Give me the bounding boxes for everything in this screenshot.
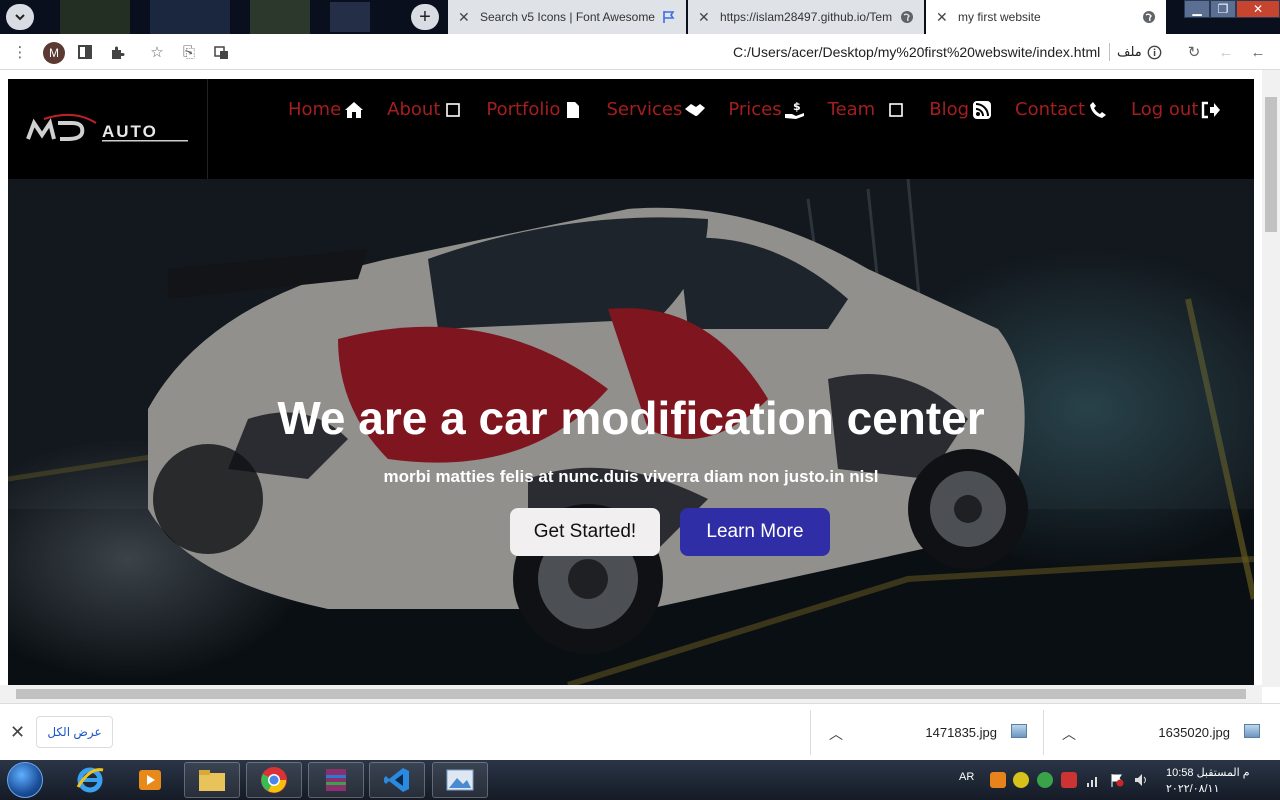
globe-icon — [1140, 8, 1158, 26]
nav-services[interactable]: Services — [606, 99, 706, 120]
learn-more-button[interactable]: Learn More — [680, 508, 830, 556]
download-shelf: ✕ عرض الكل ︿ 1471835.jpg ︿ 1635020.jpg — [0, 703, 1280, 760]
close-icon[interactable]: ✕ — [458, 9, 474, 26]
system-tray: AR 10:58 م المستقبل ٢٠٢٢/٠٨/١١ — [956, 760, 1280, 800]
nav-team[interactable]: Team — [828, 99, 908, 120]
winrar-icon[interactable] — [308, 762, 364, 798]
flag-icon — [660, 8, 678, 26]
image-file-icon — [1011, 724, 1027, 738]
sticky-app-icon[interactable] — [990, 772, 1006, 788]
start-button[interactable] — [7, 762, 43, 798]
forward-arrow-icon[interactable]: ← — [1246, 40, 1270, 64]
phone-icon — [1087, 100, 1109, 120]
svg-text:AUTO: AUTO — [102, 122, 158, 141]
close-window-button[interactable]: ✕ — [1236, 0, 1280, 18]
tab-github[interactable]: ✕ https://islam28497.github.io/Tem — [688, 0, 924, 34]
chrome-icon[interactable] — [246, 762, 302, 798]
window-controls: ▁ ❐ ✕ — [1184, 0, 1280, 20]
chevron-down-icon — [15, 14, 25, 21]
new-tab-button[interactable]: + — [411, 4, 439, 30]
side-panel-icon[interactable] — [73, 40, 97, 64]
vertical-scrollbar[interactable] — [1262, 70, 1280, 687]
download-item[interactable]: ︿ 1471835.jpg — [810, 710, 1043, 755]
clock-date[interactable]: ٢٠٢٢/٠٨/١١ — [1166, 782, 1219, 795]
network-app-icon[interactable] — [1037, 772, 1053, 788]
home-icon — [343, 100, 365, 120]
sign-out-icon — [1200, 100, 1222, 120]
auto-logo-icon: AUTO — [26, 113, 188, 142]
internet-explorer-icon[interactable] — [62, 762, 118, 798]
hero-section: We are a car modification center morbi m… — [8, 179, 1254, 685]
square-icon — [885, 100, 907, 120]
browser-toolbar: ⋮ M ☆ ⎘ C:/Users/acer/Desktop/my%20first… — [0, 34, 1280, 70]
language-indicator[interactable]: AR — [959, 771, 974, 783]
antivirus-icon[interactable] — [1061, 772, 1077, 788]
nav-blog[interactable]: Blog — [929, 99, 993, 120]
handshake-icon — [684, 100, 706, 120]
tab-font-awesome[interactable]: ✕ Search v5 Icons | Font Awesome — [448, 0, 686, 34]
file-icon — [562, 100, 584, 120]
close-icon[interactable]: ✕ — [10, 722, 25, 743]
windows-taskbar: AR 10:58 م المستقبل ٢٠٢٢/٠٨/١١ — [0, 760, 1280, 800]
hero-title: We are a car modification center — [277, 392, 985, 444]
media-player-icon[interactable] — [122, 762, 178, 798]
horizontal-scrollbar[interactable] — [0, 685, 1262, 703]
tab-strip: + ✕ Search v5 Icons | Font Awesome ✕ htt… — [0, 0, 1280, 34]
extensions-puzzle-icon[interactable] — [105, 40, 129, 64]
volume-icon[interactable] — [1133, 772, 1149, 788]
chevron-up-icon[interactable]: ︿ — [1062, 724, 1076, 744]
nav-portfolio[interactable]: Portfolio — [486, 99, 584, 120]
main-nav: Home About Portfolio Services Prices $ T… — [288, 99, 1244, 120]
security-app-icon[interactable] — [1013, 772, 1029, 788]
hero-subtitle: morbi matties felis at nunc.duis viverra… — [383, 467, 879, 486]
nav-home[interactable]: Home — [288, 99, 365, 120]
download-item[interactable]: ︿ 1635020.jpg — [1043, 710, 1276, 755]
translate-icon[interactable] — [209, 40, 233, 64]
vertical-scroll-thumb[interactable] — [1265, 97, 1277, 232]
nav-about[interactable]: About — [387, 99, 464, 120]
chevron-up-icon[interactable]: ︿ — [829, 724, 843, 744]
maximize-button[interactable]: ❐ — [1210, 0, 1236, 18]
desktop-wallpaper-strip — [60, 0, 370, 34]
bookmark-star-icon[interactable]: ☆ — [145, 40, 169, 64]
site-header: AUTO Home About Portfolio Services Price… — [8, 79, 1254, 179]
nav-logout[interactable]: Log out — [1131, 99, 1222, 120]
svg-text:$: $ — [793, 100, 801, 113]
minimize-button[interactable]: ▁ — [1184, 0, 1210, 18]
close-icon[interactable]: ✕ — [936, 9, 952, 26]
clock-time[interactable]: 10:58 م المستقبل — [1166, 766, 1250, 779]
nav-contact[interactable]: Contact — [1015, 99, 1109, 120]
signal-bars-icon[interactable] — [1085, 772, 1101, 788]
image-file-icon — [1244, 724, 1260, 738]
back-arrow-icon[interactable]: ← — [1214, 40, 1238, 64]
horizontal-scroll-thumb[interactable] — [16, 689, 1246, 699]
browser-viewport: AUTO Home About Portfolio Services Price… — [0, 70, 1280, 703]
profile-avatar[interactable]: M — [43, 42, 65, 64]
globe-icon — [898, 8, 916, 26]
website: AUTO Home About Portfolio Services Price… — [8, 79, 1254, 685]
reload-icon[interactable]: ↻ — [1182, 40, 1206, 64]
tab-my-first-website[interactable]: ✕ my first website — [926, 0, 1166, 34]
tab-search-button[interactable] — [6, 4, 34, 30]
rss-icon — [971, 100, 993, 120]
get-started-button[interactable]: Get Started! — [510, 508, 660, 556]
file-chip-label: ملف — [1117, 44, 1142, 59]
address-bar-url[interactable]: C:/Users/acer/Desktop/my%20first%20websw… — [733, 44, 1100, 60]
kebab-menu-icon[interactable]: ⋮ — [8, 40, 32, 64]
show-all-downloads-button[interactable]: عرض الكل — [36, 716, 113, 748]
photo-viewer-icon[interactable] — [432, 762, 488, 798]
info-icon[interactable] — [1142, 40, 1166, 64]
action-center-flag-icon[interactable] — [1109, 772, 1125, 788]
site-logo[interactable]: AUTO — [8, 79, 208, 179]
share-icon[interactable]: ⎘ — [177, 40, 201, 64]
nav-prices[interactable]: Prices $ — [728, 99, 805, 120]
address-divider — [1109, 43, 1110, 61]
file-explorer-icon[interactable] — [184, 762, 240, 798]
vscode-icon[interactable] — [369, 762, 425, 798]
square-icon — [442, 100, 464, 120]
close-icon[interactable]: ✕ — [698, 9, 714, 26]
hand-dollar-icon: $ — [784, 100, 806, 120]
